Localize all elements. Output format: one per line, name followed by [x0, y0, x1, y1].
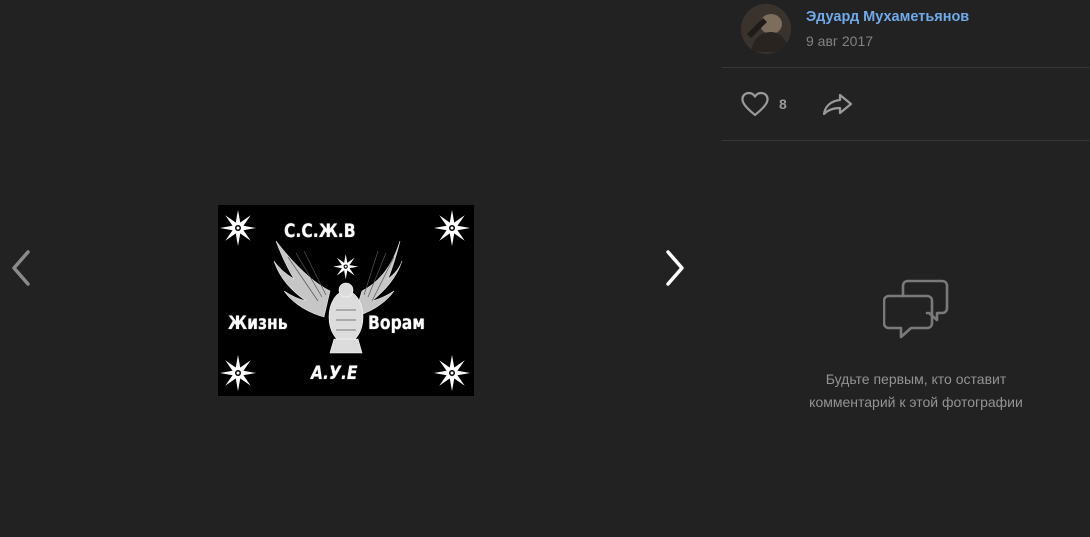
- author-name-link[interactable]: Эдуард Мухаметьянов: [806, 9, 969, 25]
- comment-icon: [883, 279, 949, 339]
- empty-comments-placeholder: Будьте первым, кто оставит комментарий к…: [722, 278, 1090, 414]
- avatar-image: [741, 4, 791, 54]
- photo-text-left: Жизнь: [228, 312, 288, 334]
- share-button[interactable]: [821, 90, 855, 118]
- like-count: 8: [779, 96, 787, 112]
- photo-viewer: С.С.Ж.В Жизнь Ворам А.У.Е: [0, 0, 722, 537]
- chevron-left-icon: [12, 250, 30, 286]
- photo-text-top: С.С.Ж.В: [284, 220, 356, 242]
- photo-text-right: Ворам: [368, 312, 425, 334]
- previous-photo-button[interactable]: [2, 248, 42, 288]
- avatar[interactable]: [741, 4, 791, 54]
- share-icon: [822, 93, 853, 116]
- author-block: Эдуард Мухаметьянов 9 авг 2017: [722, 0, 1090, 68]
- empty-comments-text: Будьте первым, кто оставит комментарий к…: [722, 368, 1090, 414]
- like-button[interactable]: 8: [740, 90, 787, 118]
- photo-sidebar: Эдуард Мухаметьянов 9 авг 2017 8 Будьте …: [722, 0, 1090, 537]
- empty-comments-line1: Будьте первым, кто оставит: [825, 371, 1007, 387]
- heart-icon: [741, 91, 769, 117]
- next-photo-button[interactable]: [654, 248, 694, 288]
- photo-image[interactable]: С.С.Ж.В Жизнь Ворам А.У.Е: [218, 205, 474, 396]
- photo-text-bottom: А.У.Е: [311, 362, 358, 384]
- actions-bar: 8: [722, 68, 1090, 141]
- chevron-right-icon: [666, 250, 684, 286]
- empty-comments-line2: комментарий к этой фотографии: [809, 394, 1023, 410]
- post-date: 9 авг 2017: [806, 33, 874, 49]
